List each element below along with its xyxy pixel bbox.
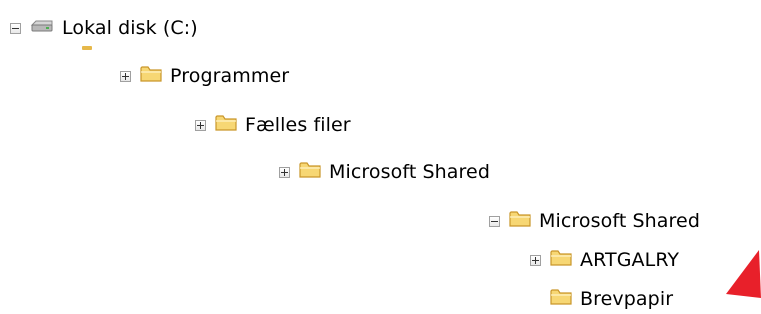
tree-node-microsoft-shared[interactable]: Microsoft Shared <box>279 157 490 187</box>
tree-node-label: Lokal disk (C:) <box>62 17 198 39</box>
tree-node-microsoft-shared-expanded[interactable]: Microsoft Shared <box>489 206 700 236</box>
folder-icon <box>550 249 572 271</box>
expand-toggle-icon[interactable] <box>120 70 131 82</box>
tree-node-faelles-filer[interactable]: Fælles filer <box>195 110 351 140</box>
tree-node-label: Fælles filer <box>245 114 351 136</box>
tree-node-lokal-disk[interactable]: Lokal disk (C:) <box>10 13 198 43</box>
tree-node-brevpapir[interactable]: Brevpapir <box>530 284 673 314</box>
tree-node-label: Microsoft Shared <box>539 210 700 232</box>
expand-toggle-icon[interactable] <box>195 119 206 131</box>
folder-icon <box>215 114 237 136</box>
tree-node-programmer[interactable]: Programmer <box>120 61 289 91</box>
tree-node-label: Microsoft Shared <box>329 161 490 183</box>
folder-icon <box>509 210 531 232</box>
drive-icon <box>30 19 54 38</box>
partial-folder-icon <box>82 46 92 50</box>
folder-icon <box>299 161 321 183</box>
red-arrow-icon <box>724 250 761 302</box>
expand-toggle-icon[interactable] <box>530 254 541 266</box>
expand-toggle-icon[interactable] <box>279 166 290 178</box>
folder-icon <box>140 65 162 87</box>
tree-node-label: Brevpapir <box>580 288 674 310</box>
tree-node-label: Programmer <box>170 65 290 87</box>
folder-icon <box>550 288 572 310</box>
collapse-toggle-icon[interactable] <box>489 215 500 227</box>
collapse-toggle-icon[interactable] <box>10 22 21 34</box>
tree-node-label: ARTGALRY <box>580 249 680 271</box>
tree-node-artgalry[interactable]: ARTGALRY <box>530 245 679 275</box>
